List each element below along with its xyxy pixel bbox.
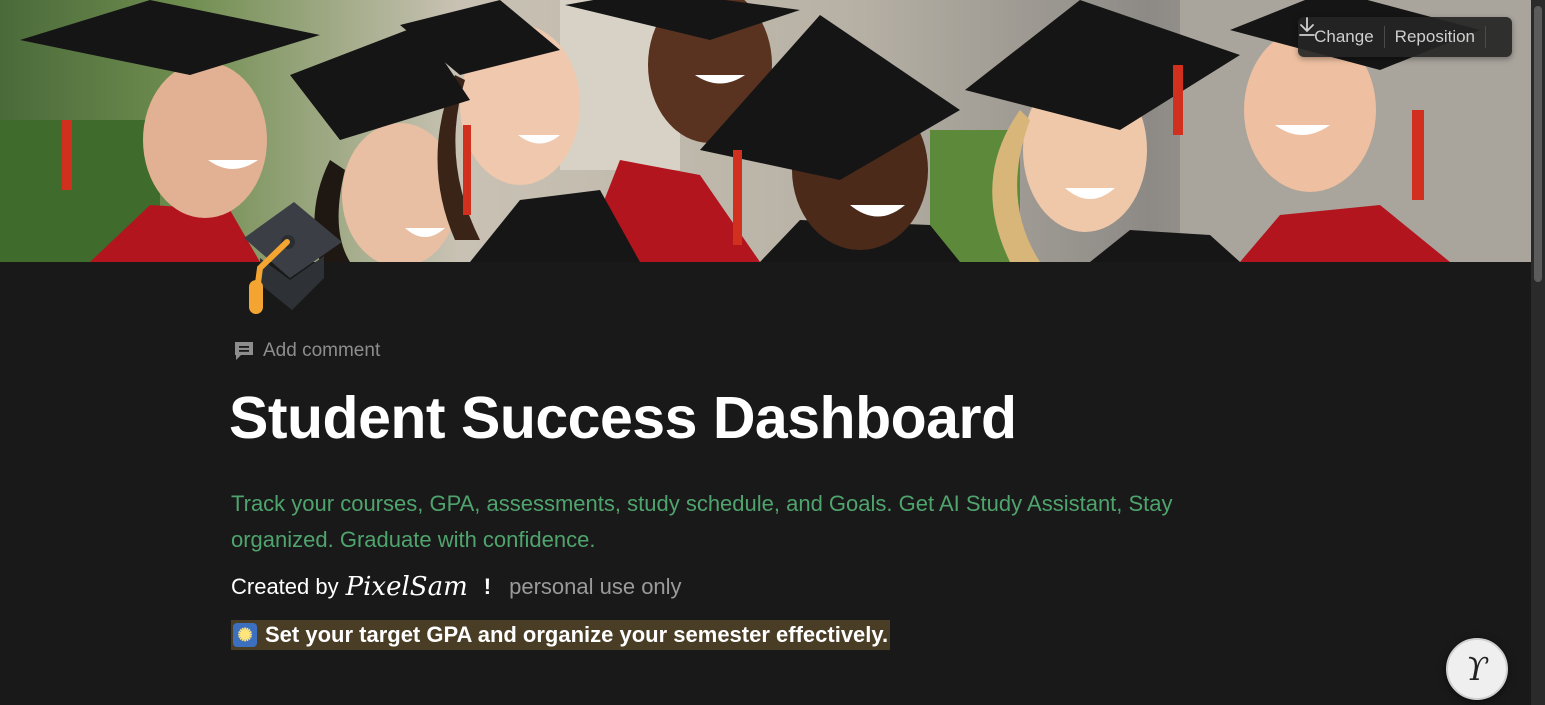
callout-text: Set your target GPA and organize your se…	[265, 622, 889, 647]
comment-icon	[235, 342, 253, 360]
help-button[interactable]: ϒ	[1446, 638, 1508, 700]
add-comment-button[interactable]: Add comment	[233, 338, 380, 364]
page-description[interactable]: Track your courses, GPA, assessments, st…	[231, 486, 1261, 558]
usage-note: personal use only	[509, 574, 682, 599]
scrollbar-thumb[interactable]	[1534, 6, 1542, 282]
cover-controls: Change Reposition	[1298, 17, 1512, 57]
exclamation: !	[483, 574, 492, 599]
graduation-cap-icon[interactable]	[232, 200, 344, 318]
gpa-callout[interactable]: ✺ Set your target GPA and organize your …	[231, 620, 891, 650]
cover-image: Change Reposition	[0, 0, 1531, 262]
help-icon: ϒ	[1466, 650, 1488, 688]
sparkle-icon: ✺	[233, 623, 257, 647]
page-title[interactable]: Student Success Dashboard	[229, 384, 1017, 452]
page-scrollbar[interactable]	[1531, 0, 1545, 705]
reposition-cover-button[interactable]: Reposition	[1385, 24, 1485, 50]
download-icon[interactable]	[1299, 17, 1506, 50]
created-by-prefix: Created by	[231, 574, 339, 599]
created-by-line[interactable]: Created by PixelSam ! personal use only	[231, 570, 682, 604]
add-comment-label: Add comment	[263, 340, 381, 361]
author-name: PixelSam	[345, 572, 468, 602]
